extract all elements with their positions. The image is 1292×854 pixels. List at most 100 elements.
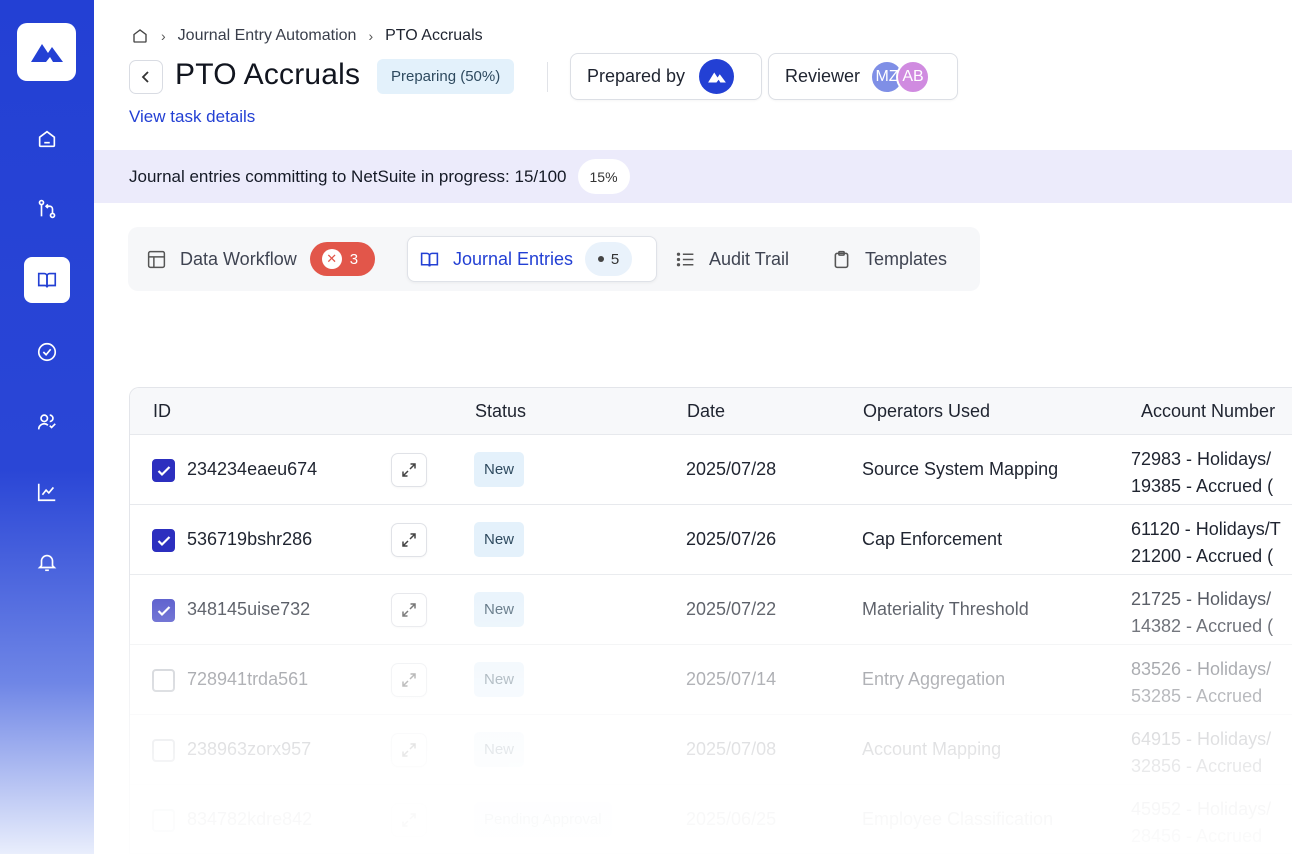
back-button[interactable] bbox=[129, 60, 163, 94]
git-compare-icon bbox=[38, 199, 56, 219]
row-checkbox[interactable] bbox=[152, 669, 175, 692]
row-checkbox[interactable] bbox=[152, 529, 175, 552]
tab-journal-entries[interactable]: Journal Entries 5 bbox=[407, 236, 657, 282]
row-operator: Materiality Threshold bbox=[862, 599, 1029, 619]
tab-label: Audit Trail bbox=[709, 248, 790, 269]
row-account: 72983 - Holidays/19385 - Accrued ( bbox=[1131, 446, 1273, 500]
tab-label: Journal Entries bbox=[453, 248, 574, 269]
breadcrumb-current: PTO Accruals bbox=[385, 27, 483, 44]
user-check-icon bbox=[37, 414, 56, 430]
nav-notifications[interactable] bbox=[24, 539, 70, 585]
row-operator: Account Mapping bbox=[862, 739, 1002, 759]
reviewer-button[interactable]: Reviewer MZ AB bbox=[768, 53, 958, 100]
row-operator: Cap Enforcement bbox=[862, 529, 1003, 549]
expand-button[interactable] bbox=[391, 593, 427, 627]
sidebar bbox=[0, 0, 94, 854]
account-line: 72983 - Holidays/ bbox=[1131, 449, 1272, 469]
column-header-operators[interactable]: Operators Used bbox=[863, 401, 990, 422]
tab-audit-trail[interactable]: Audit Trail bbox=[675, 236, 789, 282]
row-id: 238963zorx957 bbox=[187, 739, 312, 759]
table-row[interactable]: 348145uise732 New 2025/07/22 Materiality Th… bbox=[130, 574, 1292, 644]
nav-reports[interactable] bbox=[24, 469, 70, 515]
account-line: 28456 - Accrued bbox=[1131, 826, 1263, 846]
expand-icon bbox=[402, 463, 416, 477]
home-icon[interactable] bbox=[131, 27, 149, 45]
expand-icon bbox=[402, 603, 416, 617]
account-line: 32856 - Accrued bbox=[1131, 756, 1263, 776]
row-account: 83526 - Holidays/53285 - Accrued bbox=[1131, 656, 1271, 710]
expand-button[interactable] bbox=[391, 453, 427, 487]
nav-tasks[interactable] bbox=[24, 329, 70, 375]
row-operator: Employee Classification bbox=[862, 809, 1054, 829]
account-line: 53285 - Accrued bbox=[1131, 686, 1263, 706]
tab-label: Data Workflow bbox=[180, 248, 297, 269]
breadcrumb-parent[interactable]: Journal Entry Automation bbox=[178, 27, 357, 45]
row-checkbox[interactable] bbox=[152, 599, 175, 622]
row-account: 64915 - Holidays/32856 - Accrued bbox=[1131, 726, 1271, 780]
row-checkbox[interactable] bbox=[152, 809, 175, 832]
column-header-date[interactable]: Date bbox=[687, 401, 725, 422]
expand-button[interactable] bbox=[391, 663, 427, 697]
entry-count: 5 bbox=[610, 250, 620, 268]
row-id: 536719bshr286 bbox=[187, 529, 313, 549]
error-count: 3 bbox=[349, 250, 359, 268]
row-date: 2025/07/08 bbox=[686, 739, 777, 759]
table-row[interactable]: 834782kdre842 Pending Approval 2025/06/25 E… bbox=[130, 784, 1292, 853]
prepared-by-button[interactable]: Prepared by bbox=[570, 53, 762, 100]
status-badge: New bbox=[474, 592, 525, 627]
chevron-left-icon bbox=[141, 71, 149, 83]
book-open-icon bbox=[420, 252, 439, 267]
view-task-details-link[interactable]: View task details bbox=[129, 107, 255, 127]
page-title: PTO Accruals bbox=[175, 58, 361, 91]
check-circle-icon bbox=[37, 342, 57, 362]
expand-button[interactable] bbox=[391, 803, 427, 837]
table-row[interactable]: 238963zorx957 New 2025/07/08 Account Mappin… bbox=[130, 714, 1292, 784]
row-account: 21725 - Holidays/14382 - Accrued ( bbox=[1131, 586, 1273, 640]
nav-workflows[interactable] bbox=[24, 186, 70, 232]
nav-home[interactable] bbox=[24, 116, 70, 162]
table-header: ID Status Date Operators Used Account Nu… bbox=[130, 388, 1292, 434]
column-header-account-number[interactable]: Account Number bbox=[1141, 401, 1275, 422]
tab-bar: Data Workflow ✕ 3 Journal Entries 5 Audit… bbox=[128, 227, 980, 291]
row-id: 834782kdre842 bbox=[187, 809, 313, 829]
table-icon bbox=[147, 250, 166, 268]
tab-data-workflow[interactable]: Data Workflow ✕ 3 bbox=[146, 236, 375, 282]
bell-icon bbox=[37, 554, 57, 572]
table-row[interactable]: 728941trda561 New 2025/07/14 Entry Aggregat… bbox=[130, 644, 1292, 714]
breadcrumb: › Journal Entry Automation › PTO Accrual… bbox=[131, 25, 483, 47]
logo-icon bbox=[707, 72, 726, 83]
row-date: 2025/07/22 bbox=[686, 599, 777, 619]
account-line: 19385 - Accrued ( bbox=[1131, 476, 1274, 496]
expand-button[interactable] bbox=[391, 523, 427, 557]
row-operator: Entry Aggregation bbox=[862, 669, 1006, 689]
column-header-status[interactable]: Status bbox=[475, 401, 526, 422]
app-logo[interactable] bbox=[17, 23, 76, 81]
row-account: 61120 - Holidays/T 21200 - Accrued ( bbox=[1131, 516, 1281, 570]
reviewer-label: Reviewer bbox=[785, 66, 861, 86]
row-checkbox[interactable] bbox=[152, 739, 175, 762]
row-date: 2025/07/14 bbox=[686, 669, 777, 689]
expand-icon bbox=[402, 743, 416, 757]
check-icon bbox=[157, 605, 170, 616]
row-checkbox[interactable] bbox=[152, 459, 175, 482]
home-icon bbox=[38, 130, 56, 148]
tab-label: Templates bbox=[865, 248, 948, 269]
nav-users[interactable] bbox=[24, 399, 70, 445]
account-line: 21200 - Accrued ( bbox=[1131, 546, 1274, 566]
column-header-id[interactable]: ID bbox=[153, 401, 171, 422]
error-badge: ✕ 3 bbox=[309, 242, 375, 276]
expand-icon bbox=[402, 673, 416, 687]
nav-journal[interactable] bbox=[24, 257, 70, 303]
prepared-by-label: Prepared by bbox=[587, 66, 686, 86]
table-row[interactable]: 536719bshr286 New 2025/07/26 Cap Enforcemen… bbox=[130, 504, 1292, 574]
table-row[interactable]: 234234eaeu674 New 2025/07/28 Source System … bbox=[130, 434, 1292, 504]
logo-icon bbox=[30, 44, 63, 62]
tab-templates[interactable]: Templates bbox=[831, 236, 947, 282]
chart-line-icon bbox=[37, 483, 56, 502]
expand-button[interactable] bbox=[391, 733, 427, 767]
book-open-icon bbox=[37, 272, 57, 288]
row-id: 234234eaeu674 bbox=[187, 459, 318, 479]
row-account: 45952 - Holidays/28456 - Accrued bbox=[1131, 796, 1271, 850]
account-line: 45952 - Holidays/ bbox=[1131, 799, 1272, 819]
count-badge: 5 bbox=[585, 242, 633, 276]
